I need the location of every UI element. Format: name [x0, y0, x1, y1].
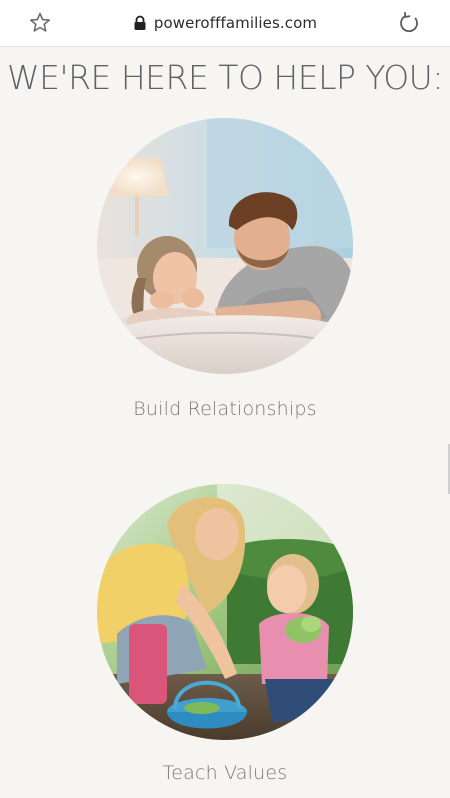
section-caption-build-relationships: Build Relationships — [133, 398, 317, 420]
reload-icon[interactable] — [396, 10, 422, 36]
section-caption-teach-values: Teach Values — [162, 762, 288, 784]
page-headline: WE'RE HERE TO HELP YOU: — [7, 58, 443, 97]
page-content: WE'RE HERE TO HELP YOU: Build Relationsh… — [0, 47, 450, 798]
address-bar[interactable]: powerofffamilies.com — [0, 0, 450, 46]
lock-icon — [133, 15, 147, 31]
browser-toolbar: powerofffamilies.com — [0, 0, 450, 47]
mother-and-daughter-photo — [97, 484, 353, 740]
father-and-daughter-photo — [97, 118, 353, 374]
url-text: powerofffamilies.com — [153, 14, 318, 32]
